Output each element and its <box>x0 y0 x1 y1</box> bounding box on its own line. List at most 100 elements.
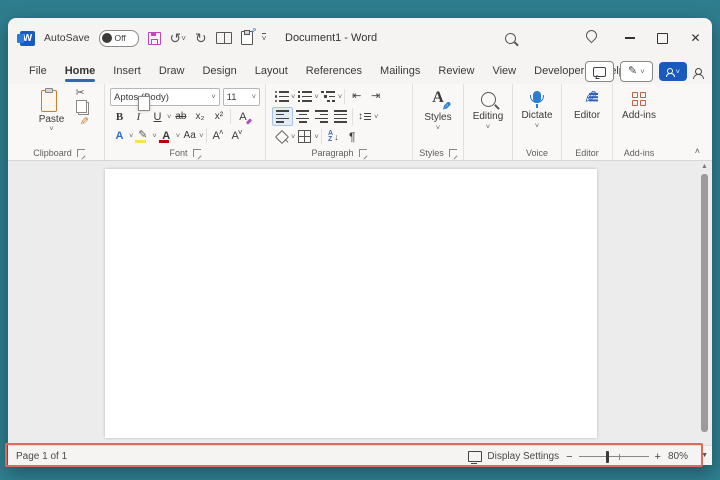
display-settings-button[interactable]: Display Settings <box>468 451 559 464</box>
underline-button[interactable]: U <box>148 108 167 125</box>
paste-button[interactable]: Paste ˅ <box>30 88 150 133</box>
tab-draw[interactable]: Draw <box>150 58 194 84</box>
feedback-person-icon[interactable] <box>693 67 704 79</box>
close-button[interactable]: ✕ <box>679 18 712 58</box>
paragraph-dialog-launcher[interactable] <box>358 149 367 157</box>
zoom-slider[interactable] <box>578 450 649 463</box>
tab-review[interactable]: Review <box>429 58 483 84</box>
borders-button[interactable] <box>295 128 314 145</box>
zoom-in-button[interactable]: + <box>655 451 661 463</box>
zoom-slider-thumb[interactable] <box>605 450 610 463</box>
tab-developer[interactable]: Developer <box>525 58 593 84</box>
strikethrough-button[interactable]: ab <box>171 108 190 125</box>
font-dialog-launcher[interactable] <box>192 149 201 157</box>
bullets-button[interactable] <box>272 88 291 105</box>
scroll-up-icon[interactable]: ▲ <box>700 163 709 170</box>
tab-mailings[interactable]: Mailings <box>371 58 429 84</box>
editing-button[interactable]: Editing ˅ <box>466 88 510 131</box>
undo-button[interactable]: ↺ ˅ <box>170 31 186 45</box>
search-icon[interactable] <box>505 31 516 49</box>
clipboard-group-footer: Clipboard <box>16 146 102 160</box>
justify-button[interactable] <box>331 108 350 125</box>
ribbon: Paste ˅ ✂ ✎ Clipboard Aptos (Body) ˅ 11 … <box>8 84 712 161</box>
change-case-button[interactable]: Aa <box>180 127 199 144</box>
text-highlight-button[interactable]: ✎ <box>133 127 152 144</box>
page-status[interactable]: Page 1 of 1 <box>8 451 67 462</box>
monitor-icon <box>468 451 483 464</box>
tab-view[interactable]: View <box>483 58 525 84</box>
styles-button[interactable]: A Styles ˅ <box>415 88 461 132</box>
decrease-indent-button[interactable]: ⇤ <box>347 88 366 105</box>
clipboard-paste-icon[interactable] <box>240 26 257 45</box>
format-painter-icon[interactable]: ✎ <box>76 116 88 128</box>
font-size-combo[interactable]: 11 ˅ <box>222 88 260 106</box>
tab-design[interactable]: Design <box>193 58 245 84</box>
chevron-down-icon: ˅ <box>534 121 540 130</box>
multilevel-list-button[interactable] <box>319 88 338 105</box>
document-page[interactable] <box>105 169 597 438</box>
chevron-down-icon: ˅ <box>49 124 54 133</box>
comments-button[interactable] <box>585 61 614 82</box>
collapse-ribbon-icon[interactable]: ˄ <box>695 146 700 156</box>
text-effects-button[interactable]: A <box>110 127 129 144</box>
align-left-button[interactable] <box>272 107 293 126</box>
pin-icon[interactable] <box>583 27 600 44</box>
line-spacing-button[interactable]: ↕ <box>355 108 374 125</box>
maximize-button[interactable] <box>646 18 679 58</box>
editor-button[interactable]: ✎ Editor <box>564 88 610 121</box>
zoom-level[interactable]: 80% <box>668 451 688 462</box>
customize-quick-access-icon[interactable]: ˅ <box>261 33 267 43</box>
editing-mode-button[interactable]: ✎ ˅ <box>620 61 653 82</box>
zoom-slider-center-tick <box>618 453 620 460</box>
save-icon[interactable] <box>147 31 161 45</box>
read-mode-icon[interactable] <box>215 32 232 44</box>
align-center-button[interactable] <box>293 108 312 125</box>
increase-indent-button[interactable]: ⇥ <box>366 88 385 105</box>
share-button[interactable]: ˅ <box>658 62 687 81</box>
tab-insert[interactable]: Insert <box>104 58 150 84</box>
tab-home[interactable]: Home <box>56 58 105 84</box>
tab-references[interactable]: References <box>297 58 371 84</box>
close-icon: ✕ <box>690 31 701 45</box>
minimize-button[interactable] <box>613 18 646 58</box>
autosave-toggle[interactable]: Off <box>98 29 139 47</box>
word-window: AutoSave Off ↺ ˅ ↻ ˅ Document1 - Word ✕ … <box>8 18 712 465</box>
menu-right-controls: ✎ ˅ ˅ <box>585 61 704 82</box>
clear-formatting-button[interactable]: A <box>233 108 252 125</box>
subscript-button[interactable]: x₂ <box>190 108 209 125</box>
styles-dialog-launcher[interactable] <box>448 149 457 157</box>
zoom-out-button[interactable]: − <box>566 451 572 463</box>
window-controls: ✕ <box>613 18 712 58</box>
redo-icon[interactable]: ↻ <box>195 31 207 45</box>
font-color-button[interactable]: A <box>157 127 176 144</box>
sort-button[interactable]: A Z ↓ <box>324 128 343 145</box>
editor-group-label: Editor <box>575 148 599 158</box>
align-right-button[interactable] <box>312 108 331 125</box>
divider <box>352 108 353 125</box>
shading-button[interactable] <box>272 128 291 145</box>
font-name-combo[interactable]: Aptos (Body) ˅ <box>110 88 220 106</box>
clipboard-dialog-launcher[interactable] <box>76 149 85 157</box>
scroll-down-icon[interactable]: ▼ <box>701 452 708 459</box>
font-group-footer: Font <box>107 146 263 160</box>
group-editing: Editing ˅ <box>464 84 513 160</box>
copy-icon[interactable] <box>75 100 89 115</box>
show-hide-marks-button[interactable]: ¶ <box>343 128 362 145</box>
pencil-icon: ✎ <box>628 65 638 77</box>
add-ins-button[interactable]: Add-ins <box>615 88 663 121</box>
status-bar-right: Display Settings − + 80% <box>468 446 688 465</box>
shrink-font-button[interactable]: A ˅ <box>228 127 247 144</box>
grow-font-button[interactable]: A ˄ <box>209 127 228 144</box>
word-logo-icon[interactable] <box>17 30 35 46</box>
numbering-button[interactable] <box>295 88 314 105</box>
vertical-scrollbar[interactable]: ▲ <box>700 163 709 443</box>
scrollbar-thumb[interactable] <box>701 174 708 432</box>
cut-icon[interactable]: ✂ <box>76 88 89 99</box>
superscript-button[interactable]: x² <box>209 108 228 125</box>
dictate-button[interactable]: Dictate ˅ <box>515 88 559 130</box>
italic-button[interactable]: I <box>129 108 148 125</box>
bold-button[interactable]: B <box>110 108 129 125</box>
tab-layout[interactable]: Layout <box>246 58 297 84</box>
editing-group-footer <box>466 146 510 160</box>
tab-file[interactable]: File <box>20 58 56 84</box>
